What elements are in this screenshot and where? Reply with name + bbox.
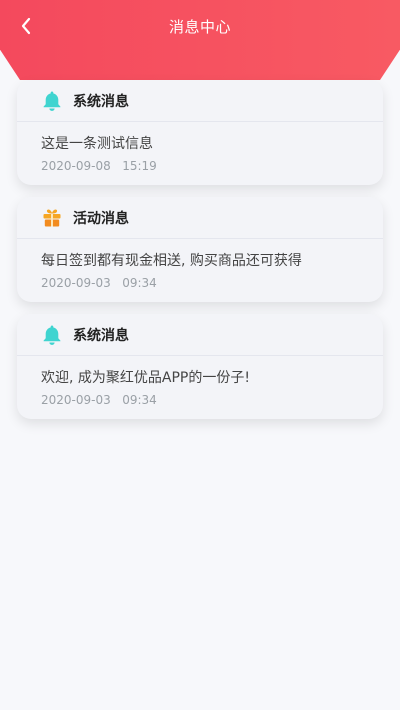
message-timestamp: 2020-09-03 09:34 [41, 274, 359, 292]
message-time: 09:34 [122, 393, 157, 407]
message-card-body: 这是一条测试信息 2020-09-08 15:19 [17, 122, 383, 185]
message-card-activity[interactable]: 活动消息 每日签到都有现金相送, 购买商品还可获得 2020-09-03 09:… [17, 197, 383, 302]
message-timestamp: 2020-09-08 15:19 [41, 157, 359, 175]
message-type-label: 系统消息 [73, 93, 129, 110]
message-card-header: 系统消息 [17, 80, 383, 122]
message-list: 系统消息 这是一条测试信息 2020-09-08 15:19 活动消息 每日签到… [17, 80, 383, 431]
message-date: 2020-09-03 [41, 276, 111, 290]
message-card-system[interactable]: 系统消息 这是一条测试信息 2020-09-08 15:19 [17, 80, 383, 185]
message-timestamp: 2020-09-03 09:34 [41, 391, 359, 409]
message-time: 15:19 [122, 159, 157, 173]
top-navigation-bar: 消息中心 [0, 0, 400, 52]
page-title: 消息中心 [168, 17, 231, 36]
chevron-left-icon [21, 17, 31, 35]
message-type-label: 活动消息 [73, 210, 129, 227]
back-button[interactable] [14, 12, 38, 40]
message-content: 这是一条测试信息 [41, 136, 153, 152]
message-card-header: 活动消息 [17, 197, 383, 239]
message-card-header: 系统消息 [17, 314, 383, 356]
message-date: 2020-09-08 [41, 159, 111, 173]
message-date: 2020-09-03 [41, 393, 111, 407]
gift-icon [41, 207, 63, 229]
message-card-system[interactable]: 系统消息 欢迎, 成为聚红优品APP的一份子! 2020-09-03 09:34 [17, 314, 383, 419]
message-content: 每日签到都有现金相送, 购买商品还可获得 [41, 253, 302, 269]
message-card-body: 每日签到都有现金相送, 购买商品还可获得 2020-09-03 09:34 [17, 239, 383, 302]
bell-icon [41, 324, 63, 346]
message-content: 欢迎, 成为聚红优品APP的一份子! [41, 370, 250, 386]
message-card-body: 欢迎, 成为聚红优品APP的一份子! 2020-09-03 09:34 [17, 356, 383, 419]
message-time: 09:34 [122, 276, 157, 290]
message-type-label: 系统消息 [73, 327, 129, 344]
bell-icon [41, 90, 63, 112]
